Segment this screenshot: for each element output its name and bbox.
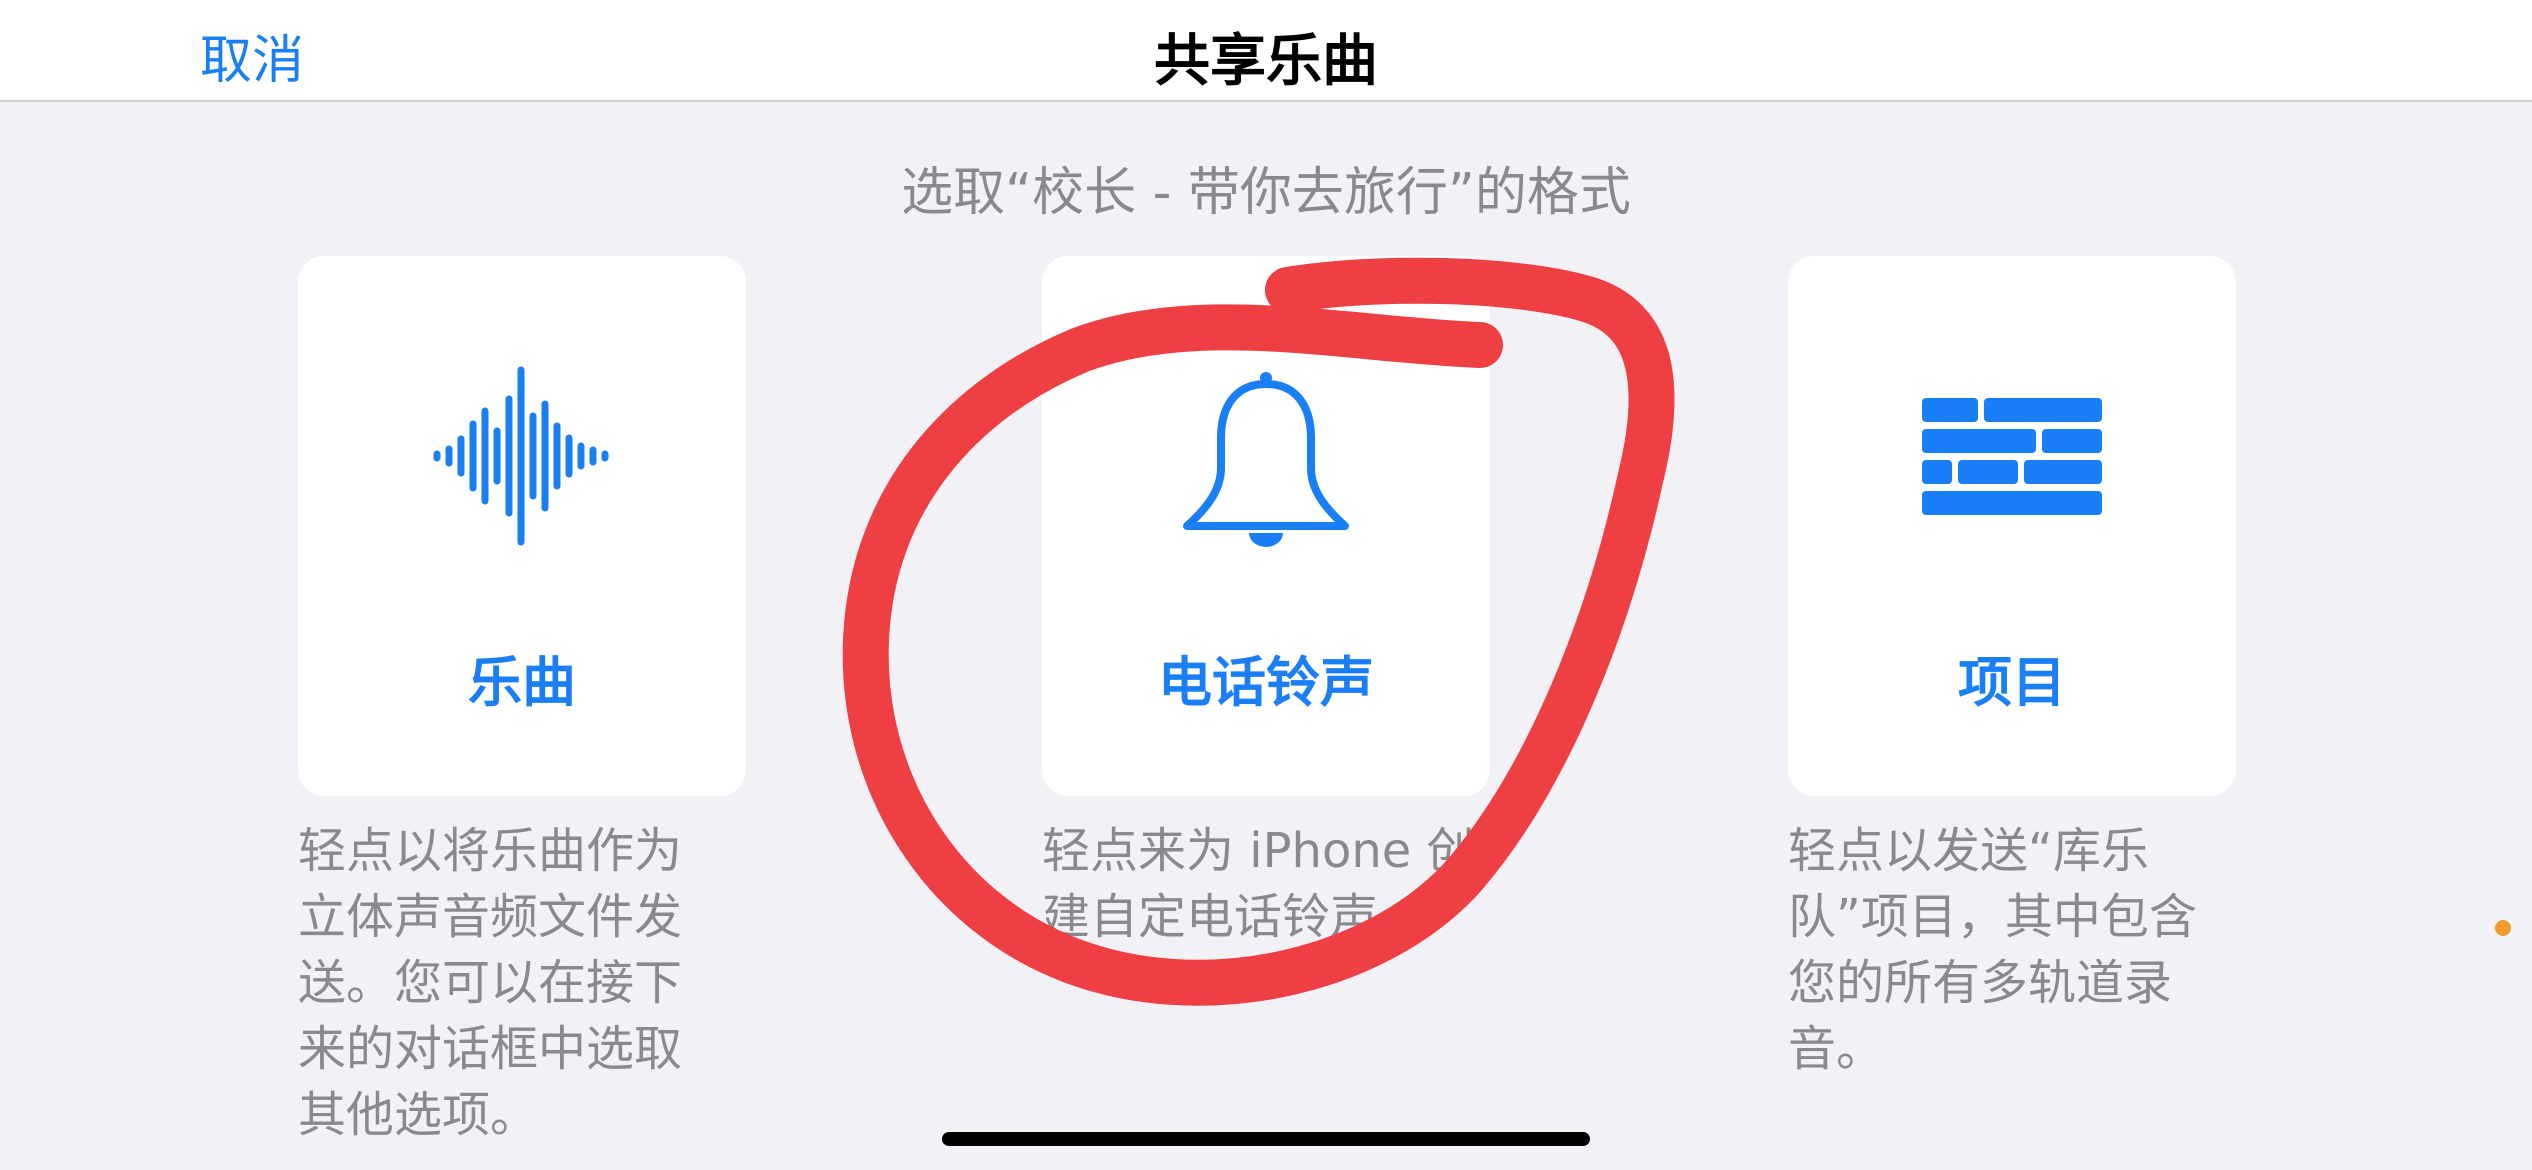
song-option-label: 乐曲: [468, 651, 576, 714]
bell-icon: [1042, 256, 1490, 616]
description-line: 来的对话框中选取: [298, 1021, 683, 1077]
project-option-label: 项目: [1958, 651, 2066, 714]
description-line: 送。您可以在接下: [298, 955, 683, 1011]
status-dot: [2495, 920, 2511, 936]
description-line: 轻点以将乐曲作为: [298, 823, 683, 879]
description-line: 建自定电话铃声。: [1042, 889, 1427, 945]
brick-wall-icon: [1788, 256, 2236, 616]
description-line: 队”项目，其中包含: [1788, 889, 2197, 945]
description-line: 轻点来为 iPhone 创: [1042, 823, 1474, 879]
ringtone-option-description: 轻点来为 iPhone 创 建自定电话铃声。: [1042, 818, 1474, 950]
ringtone-option-label: 电话铃声: [1158, 651, 1374, 714]
description-line: 轻点以发送“库乐: [1788, 823, 2149, 879]
song-option-description: 轻点以将乐曲作为 立体声音频文件发 送。您可以在接下 来的对话框中选取 其他选项…: [298, 818, 728, 1148]
description-line: 立体声音频文件发: [298, 889, 683, 945]
page-title: 共享乐曲: [1154, 29, 1378, 94]
description-line: 其他选项。: [298, 1087, 539, 1143]
project-format-option[interactable]: 项目: [1788, 256, 2236, 796]
project-option-description: 轻点以发送“库乐 队”项目，其中包含 您的所有多轨道录 音。: [1788, 818, 2218, 1082]
description-line: 音。: [1788, 1021, 1885, 1077]
song-format-option[interactable]: 乐曲: [298, 256, 746, 796]
navigation-bar: 取消 共享乐曲: [0, 0, 2532, 102]
description-line: 您的所有多轨道录: [1788, 955, 2173, 1011]
ringtone-format-option[interactable]: 电话铃声: [1042, 256, 1490, 796]
format-prompt: 选取“校长 - 带你去旅行”的格式: [901, 163, 1631, 223]
home-indicator[interactable]: [942, 1132, 1590, 1146]
waveform-icon: [298, 256, 746, 616]
